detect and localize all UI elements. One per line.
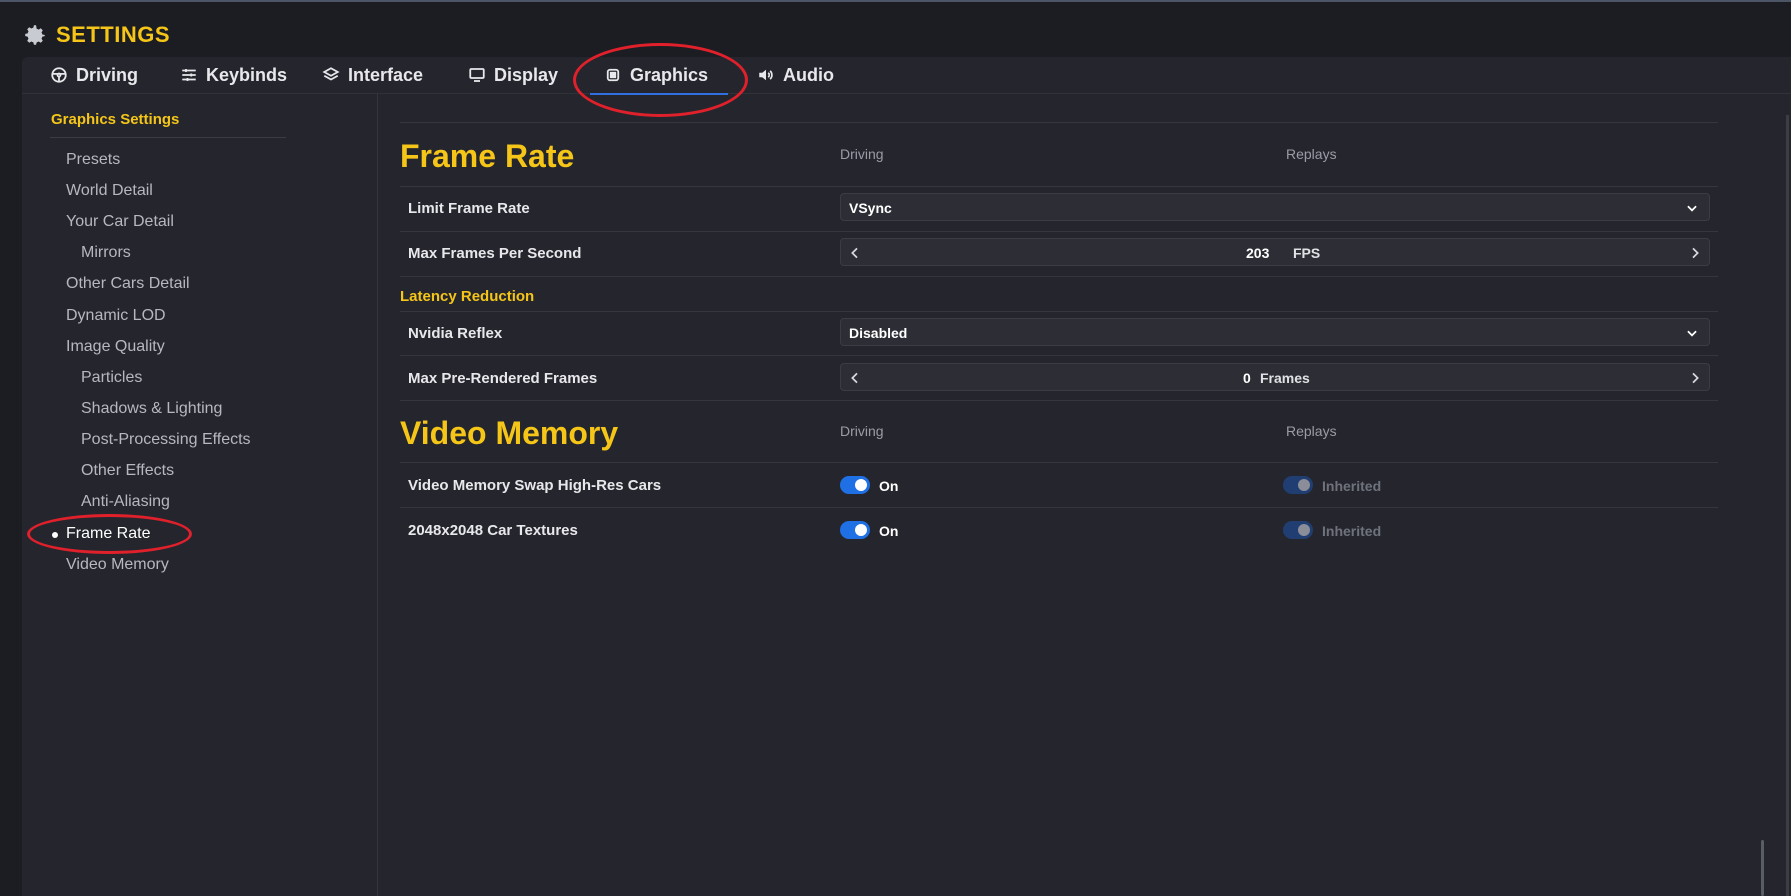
setting-label: Nvidia Reflex: [408, 325, 503, 342]
sidebar-item-other-cars-detail[interactable]: Other Cars Detail: [66, 275, 190, 293]
gear-icon: [25, 25, 45, 45]
active-tab-indicator: [590, 93, 729, 95]
max-fps-stepper[interactable]: 203 FPS: [840, 238, 1710, 266]
tab-display[interactable]: Display: [468, 57, 558, 93]
nvidia-reflex-dropdown[interactable]: Disabled: [840, 318, 1710, 346]
tab-label: Driving: [76, 64, 139, 85]
divider: [400, 507, 1718, 508]
tab-label: Display: [494, 64, 559, 85]
setting-label: Max Pre-Rendered Frames: [408, 370, 598, 387]
divider: [400, 231, 1718, 232]
divider: [400, 311, 1718, 312]
sidebar-item-image-quality[interactable]: Image Quality: [66, 338, 165, 356]
sidebar-item-particles[interactable]: Particles: [81, 369, 142, 387]
toggle-knob: [855, 479, 867, 491]
column-header-replays: Replays: [1286, 146, 1337, 162]
sidebar-item-mirrors[interactable]: Mirrors: [81, 244, 131, 262]
sidebar-item-anti-aliasing[interactable]: Anti-Aliasing: [81, 493, 170, 511]
divider: [400, 355, 1718, 356]
sidebar-item-your-car-detail[interactable]: Your Car Detail: [66, 213, 174, 231]
tab-driving[interactable]: Driving: [50, 57, 138, 93]
toggle-knob: [1298, 524, 1310, 536]
column-header-driving: Driving: [840, 423, 884, 439]
toggle-knob: [1298, 479, 1310, 491]
sidebar: Graphics Settings Presets World Detail Y…: [22, 93, 378, 896]
car-textures-driving-toggle[interactable]: [840, 521, 870, 539]
tab-keybinds[interactable]: Keybinds: [180, 57, 287, 93]
sliders-icon: [182, 69, 196, 81]
speaker-icon: [759, 69, 773, 81]
steering-wheel-icon: [51, 67, 67, 83]
chip-icon: [606, 68, 620, 82]
divider: [50, 137, 286, 138]
toggle-state: On: [879, 523, 899, 539]
sidebar-item-video-memory[interactable]: Video Memory: [66, 556, 169, 574]
tab-label: Interface: [348, 64, 424, 85]
chevron-right-icon[interactable]: [1687, 370, 1703, 386]
setting-label: 2048x2048 Car Textures: [408, 522, 578, 539]
app-header: SETTINGS: [22, 18, 170, 52]
setting-label: Limit Frame Rate: [408, 200, 530, 217]
stepper-unit: Frames: [1260, 370, 1310, 386]
toggle-state: Inherited: [1322, 523, 1382, 539]
divider: [400, 400, 1718, 401]
tab-label: Graphics: [630, 64, 709, 85]
sidebar-header: Graphics Settings: [51, 111, 180, 128]
scrollbar-thumb[interactable]: [1761, 840, 1764, 896]
tab-bar: Driving Keybinds Interface Display Graph…: [22, 57, 1791, 95]
active-dot: [52, 532, 58, 538]
setting-label: Video Memory Swap High-Res Cars: [408, 477, 662, 494]
stepper-unit: FPS: [1293, 245, 1321, 261]
chevron-left-icon[interactable]: [847, 370, 863, 386]
chevron-down-icon: [1687, 330, 1697, 337]
dropdown-value: VSync: [849, 200, 892, 216]
chevron-left-icon[interactable]: [847, 245, 863, 261]
car-textures-replays-toggle[interactable]: [1283, 521, 1313, 539]
stepper-value: 203: [1246, 245, 1270, 261]
limit-frame-rate-dropdown[interactable]: VSync: [840, 193, 1710, 221]
toggle-state: Inherited: [1322, 478, 1382, 494]
divider: [400, 462, 1718, 463]
divider: [400, 186, 1718, 187]
sidebar-item-dynamic-lod[interactable]: Dynamic LOD: [66, 307, 166, 325]
layers-icon: [322, 67, 340, 81]
swap-cars-driving-toggle[interactable]: [840, 476, 870, 494]
page-title: SETTINGS: [56, 22, 171, 47]
sidebar-item-presets[interactable]: Presets: [66, 151, 120, 169]
subsection-latency-reduction: Latency Reduction: [400, 288, 535, 305]
dropdown-value: Disabled: [849, 325, 908, 341]
sidebar-item-shadows-lighting[interactable]: Shadows & Lighting: [81, 400, 222, 418]
setting-label: Max Frames Per Second: [408, 245, 582, 262]
section-title-frame-rate: Frame Rate: [400, 138, 575, 174]
window-top-edge: [0, 0, 1791, 2]
column-header-replays: Replays: [1286, 423, 1337, 439]
column-header-driving: Driving: [840, 146, 884, 162]
tab-label: Audio: [783, 64, 834, 85]
tab-interface[interactable]: Interface: [322, 57, 423, 93]
sidebar-item-other-effects[interactable]: Other Effects: [81, 462, 174, 480]
sidebar-item-label: Frame Rate: [66, 525, 151, 542]
toggle-knob: [855, 524, 867, 536]
sidebar-item-frame-rate[interactable]: Frame Rate: [52, 525, 151, 543]
monitor-icon: [469, 68, 485, 82]
scrollbar-track[interactable]: [1786, 115, 1789, 896]
section-title-video-memory: Video Memory: [400, 415, 619, 451]
stepper-value: 0: [1243, 370, 1251, 386]
tab-label: Keybinds: [206, 64, 288, 85]
tab-audio[interactable]: Audio: [757, 57, 834, 93]
tab-graphics[interactable]: Graphics: [590, 57, 729, 95]
sidebar-item-post-processing-effects[interactable]: Post-Processing Effects: [81, 431, 251, 449]
max-prerendered-frames-stepper[interactable]: 0 Frames: [840, 363, 1710, 391]
sidebar-item-world-detail[interactable]: World Detail: [66, 182, 153, 200]
divider: [400, 122, 1718, 123]
chevron-down-icon: [1687, 205, 1697, 212]
swap-cars-replays-toggle[interactable]: [1283, 476, 1313, 494]
chevron-right-icon[interactable]: [1687, 245, 1703, 261]
divider: [400, 276, 1718, 277]
toggle-state: On: [879, 478, 899, 494]
